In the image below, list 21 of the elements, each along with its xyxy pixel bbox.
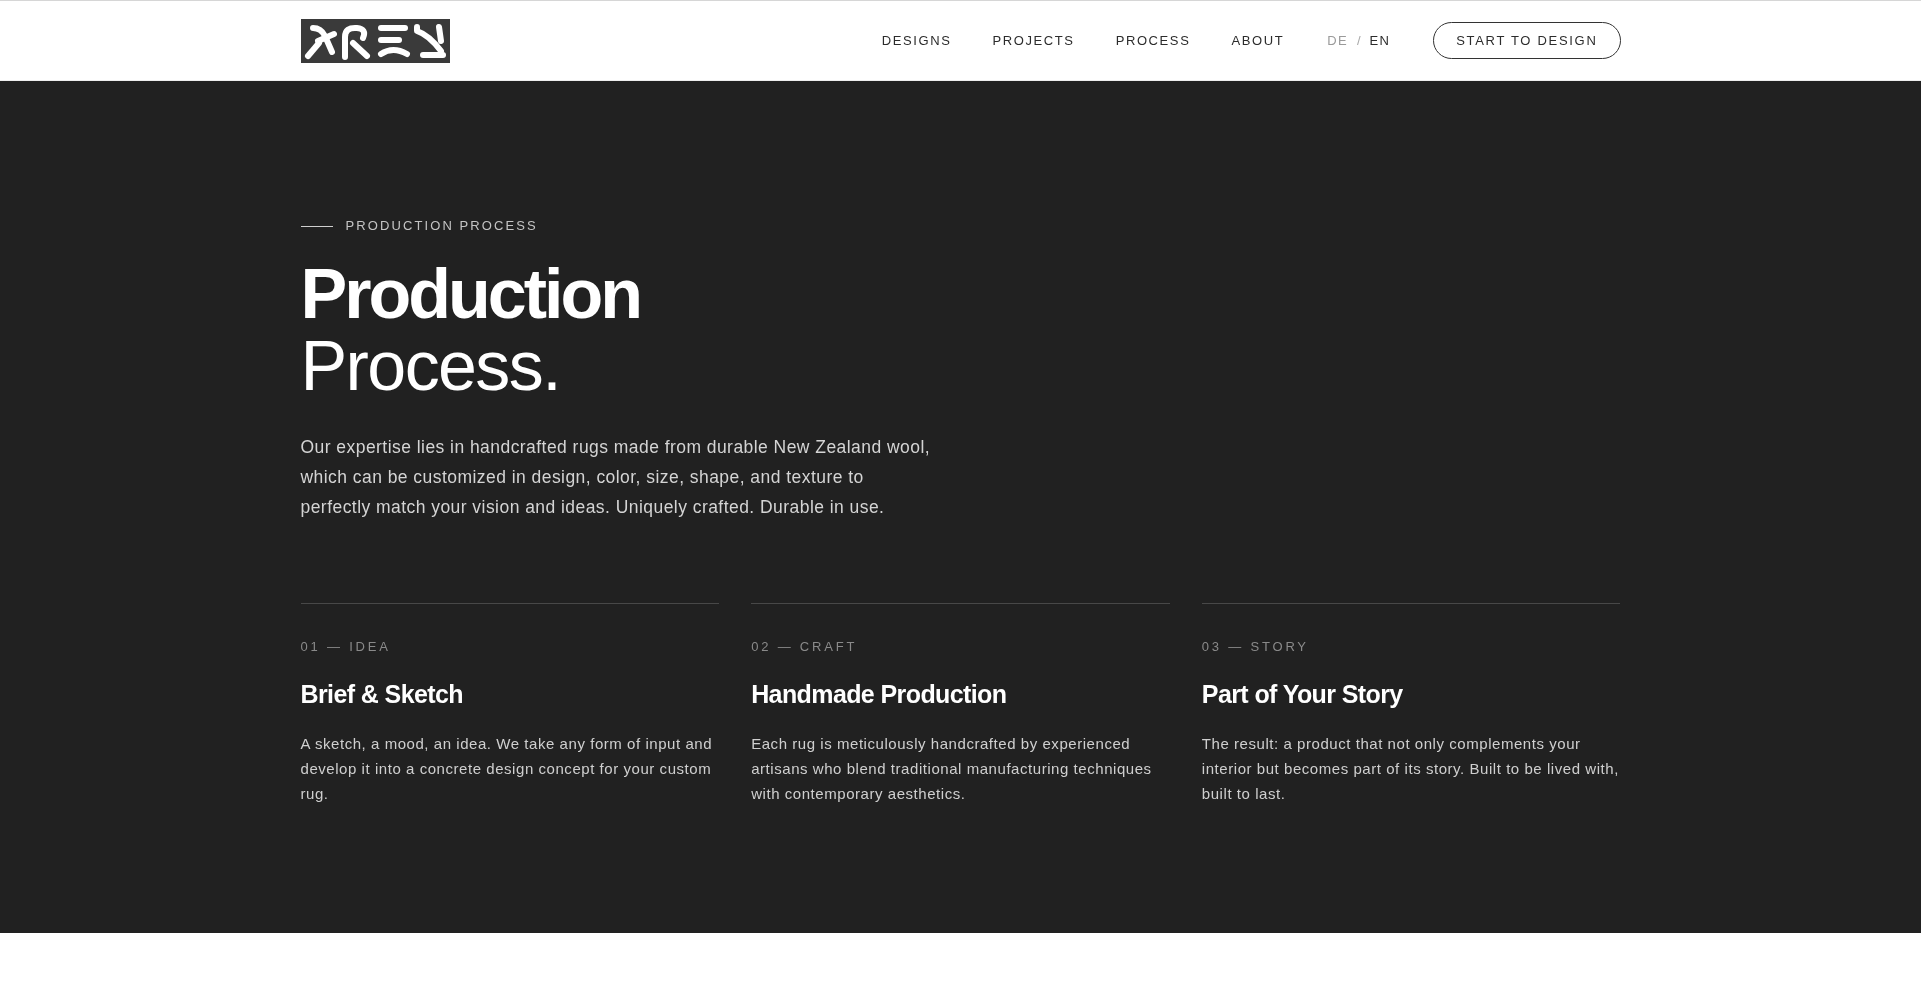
step-title: Part of Your Story	[1201, 679, 1404, 709]
step-label: 03 — STORY	[1201, 639, 1310, 655]
logo-icon[interactable]	[300, 19, 450, 63]
language-separator: /	[1356, 31, 1361, 50]
step-label: 02 — CRAFT	[751, 639, 859, 655]
step-label: 01 — IDEA	[300, 639, 392, 655]
nav-link[interactable]: PROCESS	[1115, 31, 1191, 50]
nav-link[interactable]: ABOUT	[1231, 31, 1285, 50]
heading-line: Process.	[300, 330, 560, 402]
step-description: A sketch, a mood, an idea. We take any form of input and develop it into a concrete design concept for your custom rug.	[300, 734, 714, 804]
step-title: Brief & Sketch	[300, 679, 464, 709]
nav-link[interactable]: DESIGNS	[881, 31, 952, 50]
step-description: Each rug is meticulously handcrafted by experienced artisans who blend traditional manufacturing techniques with contemporary aesthetics.	[751, 734, 1153, 804]
language-link[interactable]: EN	[1369, 31, 1391, 50]
section-eyebrow: PRODUCTION PROCESS	[345, 218, 538, 234]
start-design-button[interactable]: START TO DESIGN	[1433, 22, 1621, 59]
heading-line: Production	[300, 258, 640, 330]
nav-link[interactable]: PROJECTS	[992, 31, 1075, 50]
step-description: The result: a product that not only complements your interior but becomes part of its story. Built to be lived with, built to last.	[1201, 734, 1620, 804]
intro-paragraph: Our expertise lies in handcrafted rugs made from durable New Zealand wool, which can be customized in design, color, size, shape, and texture to perfectly match your vision and ideas. Uniquely crafted. Durable in use.	[300, 436, 932, 519]
step-title: Handmade Production	[751, 679, 1008, 709]
